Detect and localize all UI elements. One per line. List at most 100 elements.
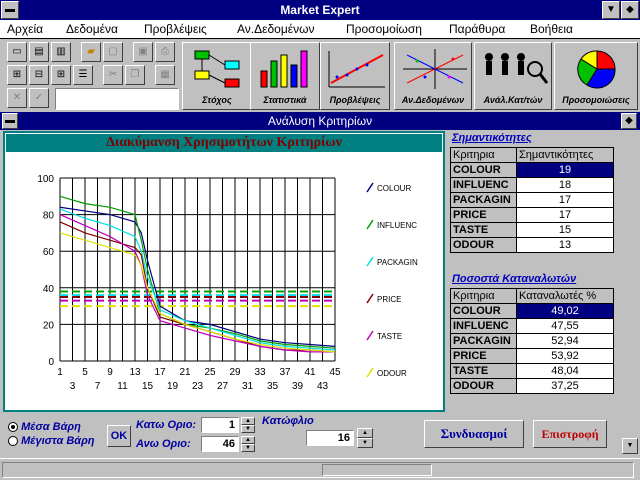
ok-button[interactable]: OK [107,425,131,447]
hierarchy-icon[interactable]: ⊞ [51,65,71,85]
upper-limit-input[interactable]: 46 [201,436,239,452]
save-icon[interactable]: ▣ [133,42,153,62]
consumer-percent[interactable]: 37,25 [516,378,614,394]
check-icon[interactable]: ✓ [29,88,49,108]
consumer-percent[interactable]: 53,92 [516,348,614,364]
consumer-percent[interactable]: 49,02 [516,303,614,319]
minimize-icon[interactable]: ▼ [602,1,620,19]
menu-help[interactable]: Βοήθεια [530,22,573,36]
module-statistics-label: Στατιστικά [263,95,307,105]
consumer-percent[interactable]: 52,94 [516,333,614,349]
radio-mean[interactable] [8,422,18,433]
table-row[interactable]: PACKAGIN 52,94 [450,333,614,349]
upper-limit-down-icon[interactable]: ▼ [241,444,255,452]
restore-icon[interactable]: ◆ [621,1,639,19]
menu-forecasts[interactable]: Προβλέψεις [144,22,207,36]
cut-icon[interactable]: ✂ [103,65,123,85]
legend-swatch [366,219,374,230]
importance-header-criteria: Κριτηρια [450,147,517,163]
x-tick-label: 13 [129,367,141,378]
importance-title: Σημαντικότητες [452,132,532,144]
panel-system-icon[interactable]: ▬ [2,113,18,129]
criterion-name: PRICE [450,207,517,223]
menu-simulation[interactable]: Προσομοίωση [346,22,422,36]
menu-data-analysis[interactable]: Αν.Δεδομένων [237,22,314,36]
open-doc-icon[interactable]: ▤ [29,42,49,62]
importance-table: Κριτηρια Σημαντικότητες COLOUR 19 INFLUENC… [450,147,614,253]
folder-icon[interactable]: ▰ [81,42,101,62]
print-icon[interactable]: ⎙ [155,42,175,62]
table-row[interactable]: ODOUR 37,25 [450,378,614,394]
vertical-scrollbar[interactable]: ▼ [622,412,638,456]
module-consumer-analysis-button[interactable]: Ανάλ.Κατ/τών [474,42,552,110]
target-flowchart-icon [194,50,240,88]
x-tick-label: 1 [57,367,63,378]
threshold-down-icon[interactable]: ▼ [357,438,373,448]
importance-value[interactable]: 19 [516,162,614,178]
table-row[interactable]: INFLUENC 18 [450,177,614,193]
importance-value[interactable]: 13 [516,237,614,253]
legend-label: TASTE [377,332,402,341]
scroll-down-icon[interactable]: ▼ [622,438,638,454]
x-tick-label: 23 [192,381,204,392]
radio-max-row[interactable]: Μέγιστα Βάρη [8,435,94,449]
table-row[interactable]: PRICE 53,92 [450,348,614,364]
grid-icon[interactable]: ⊞ [7,65,27,85]
consumer-percent[interactable]: 47,55 [516,318,614,334]
importance-value[interactable]: 17 [516,207,614,223]
cancel-icon[interactable]: ✕ [7,88,27,108]
table-row[interactable]: ODOUR 13 [450,237,614,253]
table-row[interactable]: TASTE 48,04 [450,363,614,379]
bar-chart-icon [260,50,308,88]
new-file-icon[interactable]: ▭ [7,42,27,62]
combinations-button[interactable]: Συνδυασμοί [424,420,524,448]
module-data-analysis-button[interactable]: Αν.Δεδομένων [394,42,472,110]
module-target-button[interactable]: Στόχος [182,42,252,110]
importance-value[interactable]: 15 [516,222,614,238]
list-icon[interactable]: ☰ [73,65,93,85]
window-title-bar: Market Expert [0,0,640,20]
module-data-analysis-label: Αν.Δεδομένων [401,95,465,105]
legend-label: ODOUR [377,369,407,378]
table-row[interactable]: COLOUR 19 [450,162,614,178]
people-analysis-icon [485,53,549,84]
copy-icon[interactable]: ❐ [125,65,145,85]
lower-limit-input[interactable]: 1 [201,417,239,433]
threshold-up-icon[interactable]: ▲ [357,428,373,438]
legend-label: PACKAGIN [377,258,418,267]
table-row[interactable]: INFLUENC 47,55 [450,318,614,334]
toolbar-input[interactable] [55,88,179,110]
lower-limit-down-icon[interactable]: ▼ [241,425,255,433]
x-tick-label: 9 [107,367,113,378]
multi-doc-icon[interactable]: ▥ [51,42,71,62]
module-statistics-button[interactable]: Στατιστικά [250,42,320,110]
module-forecasts-button[interactable]: Προβλέψεις [320,42,390,110]
radio-mean-row[interactable]: Μέσα Βάρη [8,421,94,435]
importance-panel: Σημαντικότητες Κριτηρια Σημαντικότητες CO… [450,132,640,272]
table-row[interactable]: PRICE 17 [450,207,614,223]
tree-icon[interactable]: ⊟ [29,65,49,85]
system-menu-icon[interactable]: ▬ [1,1,19,19]
window-icon[interactable]: ▢ [103,42,123,62]
radio-max[interactable] [8,436,18,447]
importance-value[interactable]: 17 [516,192,614,208]
paste-icon[interactable]: ▦ [155,65,175,85]
line-chart: 0204060801001 5 9 13 17 21 25 29 33 37 41 453 7 11 15 1… [37,174,418,392]
menu-data[interactable]: Δεδομένα [66,22,118,36]
panel-restore-icon[interactable]: ◆ [621,113,637,129]
menu-file[interactable]: Αρχεία [7,22,43,36]
return-button[interactable]: Επιστροφή [533,420,607,448]
importance-value[interactable]: 18 [516,177,614,193]
y-tick-label: 80 [43,211,55,222]
lower-limit-up-icon[interactable]: ▲ [241,417,255,425]
x-tick-label: 19 [167,381,179,392]
consumers-header-value: Καταναλωτές % [516,288,614,304]
consumer-percent[interactable]: 48,04 [516,363,614,379]
threshold-input[interactable]: 16 [306,430,354,446]
table-row[interactable]: COLOUR 49,02 [450,303,614,319]
table-row[interactable]: PACKAGIN 17 [450,192,614,208]
module-simulations-button[interactable]: Προσομοιώσεις [554,42,638,110]
upper-limit-up-icon[interactable]: ▲ [241,436,255,444]
table-row[interactable]: TASTE 15 [450,222,614,238]
menu-windows[interactable]: Παράθυρα [449,22,505,36]
